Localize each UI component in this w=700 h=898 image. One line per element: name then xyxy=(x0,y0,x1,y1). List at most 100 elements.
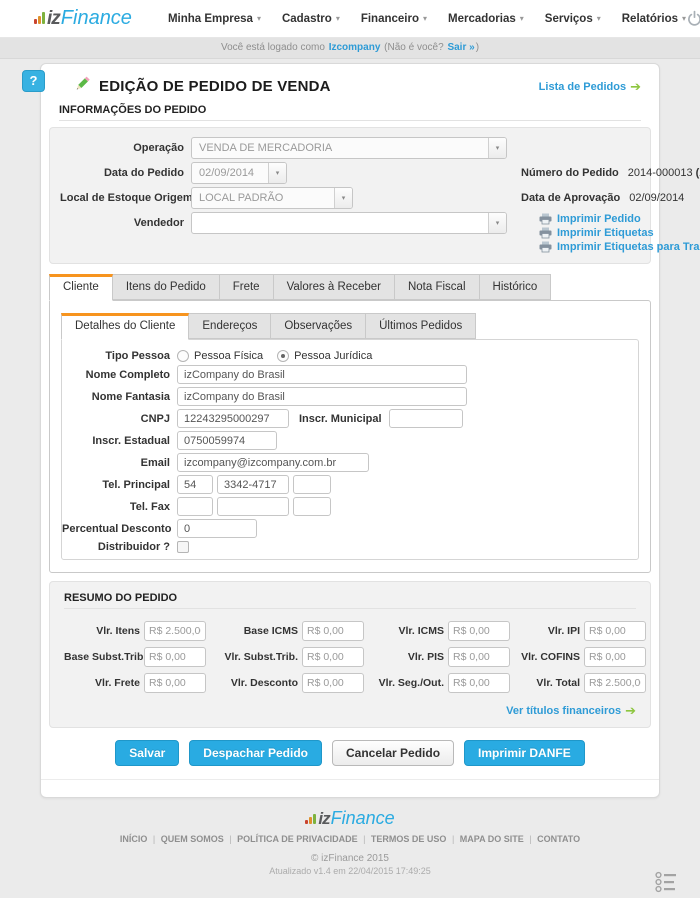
footer-link-inicio[interactable]: INÍCIO xyxy=(120,834,161,844)
order-edit-card: ? EDIÇÃO DE PEDIDO DE VENDA Lista de Ped… xyxy=(40,63,660,798)
imprimir-etiquetas-link[interactable]: Imprimir Etiquetas xyxy=(539,227,700,239)
data-pedido-select[interactable]: 02/09/2014 ▾ xyxy=(191,162,287,184)
operacao-label: Operação xyxy=(60,142,184,154)
link-label: Imprimir Pedido xyxy=(557,213,641,225)
vlr-frete-input[interactable] xyxy=(144,673,206,693)
local-estoque-select[interactable]: LOCAL PADRÃO ▾ xyxy=(191,187,353,209)
vlr-total-input[interactable] xyxy=(584,673,646,693)
percentual-desconto-input[interactable] xyxy=(177,519,257,538)
tab-ultimos-pedidos[interactable]: Últimos Pedidos xyxy=(365,313,476,339)
inscr-estadual-label: Inscr. Estadual xyxy=(62,435,170,447)
data-pedido-label: Data do Pedido xyxy=(60,167,184,179)
pessoa-juridica-radio[interactable] xyxy=(277,350,289,362)
vlr-ipi-input[interactable] xyxy=(584,621,646,641)
order-info-panel: Operação VENDA DE MERCADORIA ▾ Data do P… xyxy=(49,127,651,264)
chevron-down-icon: ▾ xyxy=(597,14,601,23)
izfinance-logo[interactable]: iz Finance xyxy=(34,7,132,30)
chevron-down-icon: ▾ xyxy=(334,188,352,208)
footer-link-contato[interactable]: CONTATO xyxy=(537,834,580,844)
tel-fax-label: Tel. Fax xyxy=(62,501,170,513)
nome-fantasia-input[interactable] xyxy=(177,387,467,406)
list-widget-icon[interactable] xyxy=(654,871,678,898)
footer-link-privacidade[interactable]: POLÍTICA DE PRIVACIDADE xyxy=(237,834,371,844)
base-subst-trib-input[interactable] xyxy=(144,647,206,667)
footer-link-mapa[interactable]: MAPA DO SITE xyxy=(460,834,537,844)
nome-completo-input[interactable] xyxy=(177,365,467,384)
base-icms-input[interactable] xyxy=(302,621,364,641)
nav-relatorios[interactable]: Relatórios▾ xyxy=(622,13,686,25)
tab-valores-a-receber[interactable]: Valores à Receber xyxy=(273,274,395,300)
inscr-municipal-input[interactable] xyxy=(389,409,463,428)
help-button[interactable]: ? xyxy=(22,70,45,92)
page-title: EDIÇÃO DE PEDIDO DE VENDA xyxy=(99,78,331,95)
nav-financeiro[interactable]: Financeiro▾ xyxy=(361,13,427,25)
tel-fax-ext-input[interactable] xyxy=(293,497,331,516)
bar-chart-logo-icon xyxy=(305,814,316,824)
power-icon[interactable] xyxy=(686,10,700,27)
logo-prefix: iz xyxy=(318,809,329,829)
tel-principal-ddd-input[interactable] xyxy=(177,475,213,494)
footer-link-termos[interactable]: TERMOS DE USO xyxy=(371,834,460,844)
cancelar-pedido-button[interactable]: Cancelar Pedido xyxy=(332,740,454,766)
tel-principal-number-input[interactable] xyxy=(217,475,289,494)
vlr-cofins-label: Vlr. COFINS xyxy=(516,651,580,663)
vlr-itens-label: Vlr. Itens xyxy=(64,625,140,637)
vlr-pis-input[interactable] xyxy=(448,647,510,667)
tel-fax-ddd-input[interactable] xyxy=(177,497,213,516)
nav-cadastro[interactable]: Cadastro▾ xyxy=(282,13,340,25)
tel-fax-number-input[interactable] xyxy=(217,497,289,516)
tab-itens-do-pedido[interactable]: Itens do Pedido xyxy=(112,274,220,300)
imprimir-danfe-button[interactable]: Imprimir DANFE xyxy=(464,740,585,766)
inscr-estadual-input[interactable] xyxy=(177,431,277,450)
tab-observacoes[interactable]: Observações xyxy=(270,313,366,339)
operacao-select[interactable]: VENDA DE MERCADORIA ▾ xyxy=(191,137,507,159)
link-label: Imprimir Etiquetas xyxy=(557,227,654,239)
vlr-seg-out-input[interactable] xyxy=(448,673,510,693)
nav-mercadorias[interactable]: Mercadorias▾ xyxy=(448,13,524,25)
despachar-pedido-button[interactable]: Despachar Pedido xyxy=(189,740,322,766)
nav-servicos[interactable]: Serviços▾ xyxy=(545,13,601,25)
ver-titulos-financeiros-link[interactable]: Ver títulos financeiros ➔ xyxy=(506,703,636,719)
printer-icon xyxy=(539,241,552,253)
chevron-down-icon: ▾ xyxy=(520,14,524,23)
order-summary-panel: RESUMO DO PEDIDO Vlr. Itens Base ICMS Vl… xyxy=(49,581,651,728)
distribuidor-checkbox[interactable] xyxy=(177,541,189,553)
tab-enderecos[interactable]: Endereços xyxy=(188,313,271,339)
tab-frete[interactable]: Frete xyxy=(219,274,274,300)
login-text: Você está logado como xyxy=(221,42,325,53)
client-detail-tabs: Detalhes do Cliente Endereços Observaçõe… xyxy=(61,313,639,339)
vendedor-select[interactable]: ▾ xyxy=(191,212,507,234)
imprimir-pedido-link[interactable]: Imprimir Pedido xyxy=(539,213,700,225)
cnpj-input[interactable] xyxy=(177,409,289,428)
nav-label: Relatórios xyxy=(622,13,678,25)
tab-historico[interactable]: Histórico xyxy=(479,274,552,300)
imprimir-etiquetas-transporte-link[interactable]: Imprimir Etiquetas para Transporte xyxy=(539,241,700,253)
vlr-cofins-input[interactable] xyxy=(584,647,646,667)
vlr-total-label: Vlr. Total xyxy=(516,677,580,689)
chevron-down-icon: ▾ xyxy=(257,14,261,23)
pessoa-fisica-radio[interactable] xyxy=(177,350,189,362)
vlr-itens-input[interactable] xyxy=(144,621,206,641)
chevron-down-icon: ▾ xyxy=(336,14,340,23)
salvar-button[interactable]: Salvar xyxy=(115,740,179,766)
tab-detalhes-do-cliente[interactable]: Detalhes do Cliente xyxy=(61,313,189,340)
vlr-icms-input[interactable] xyxy=(448,621,510,641)
vlr-desconto-input[interactable] xyxy=(302,673,364,693)
footer-logo[interactable]: iz Finance xyxy=(305,808,394,829)
tab-nota-fiscal[interactable]: Nota Fiscal xyxy=(394,274,480,300)
vlr-subst-trib-label: Vlr. Subst.Trib. xyxy=(212,651,298,663)
base-subst-trib-label: Base Subst.Trib. xyxy=(64,651,140,663)
footer-link-quem-somos[interactable]: QUEM SOMOS xyxy=(161,834,237,844)
vlr-pis-label: Vlr. PIS xyxy=(370,651,444,663)
tel-principal-label: Tel. Principal xyxy=(62,479,170,491)
logo-prefix: iz xyxy=(47,8,60,30)
tab-cliente[interactable]: Cliente xyxy=(49,274,113,301)
tel-principal-ext-input[interactable] xyxy=(293,475,331,494)
vlr-subst-trib-input[interactable] xyxy=(302,647,364,667)
lista-de-pedidos-link[interactable]: Lista de Pedidos ➔ xyxy=(539,79,641,95)
nav-minha-empresa[interactable]: Minha Empresa▾ xyxy=(168,13,261,25)
site-footer: iz Finance INÍCIOQUEM SOMOSPOLÍTICA DE P… xyxy=(0,798,700,898)
logged-user-link[interactable]: Izcompany xyxy=(329,42,381,53)
email-input[interactable] xyxy=(177,453,369,472)
logout-link[interactable]: Sair » xyxy=(447,42,474,53)
